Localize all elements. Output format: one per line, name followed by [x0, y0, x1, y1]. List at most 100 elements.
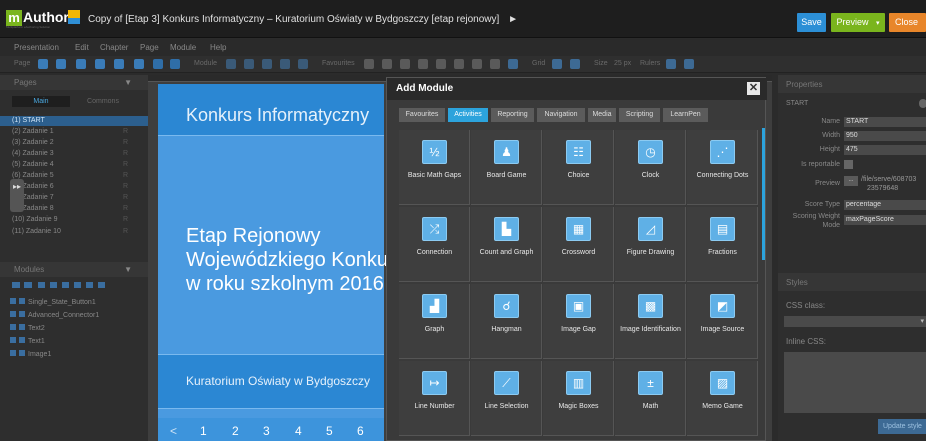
menu-page[interactable]: Page: [140, 43, 159, 52]
page-list-item[interactable]: (4) Zadanie 3 R: [0, 149, 148, 159]
module-lock-icon[interactable]: [19, 350, 25, 356]
module-list-item[interactable]: Image1: [10, 350, 51, 360]
module-visibility-icon[interactable]: [10, 311, 16, 317]
module-tile[interactable]: ↦ Line Number: [399, 361, 470, 436]
save-button[interactable]: Save: [797, 13, 826, 32]
module-tile[interactable]: ⟋ Line Selection: [471, 361, 542, 436]
tab-commons[interactable]: Commons: [74, 96, 132, 107]
width-field[interactable]: 950: [844, 131, 926, 141]
menu-edit[interactable]: Edit: [75, 43, 89, 52]
module-tile[interactable]: ½ Basic Math Gaps: [399, 130, 470, 205]
tab-scripting[interactable]: Scripting: [619, 108, 660, 122]
module-tile[interactable]: ± Math: [615, 361, 686, 436]
copy-module-icon[interactable]: [262, 59, 272, 69]
fav-media-icon[interactable]: [490, 59, 500, 69]
move-down-icon[interactable]: [170, 59, 180, 69]
modules-visibility-icon[interactable]: [12, 282, 20, 288]
module-tile[interactable]: ▩ Image Identification: [615, 284, 686, 359]
module-list-item[interactable]: Text1: [10, 337, 45, 347]
delete-module-icon[interactable]: [298, 59, 308, 69]
module-tile[interactable]: ▨ Memo Game: [687, 361, 758, 436]
update-style-button[interactable]: Update style: [878, 419, 926, 434]
page-list-item[interactable]: (3) Zadanie 2 R: [0, 138, 148, 148]
menu-module[interactable]: Module: [170, 43, 196, 52]
properties-toggle-icon[interactable]: [919, 99, 926, 108]
tab-activities[interactable]: Activities: [448, 108, 488, 122]
pager-page-4[interactable]: 4: [295, 424, 302, 438]
tab-learnpen[interactable]: LearnPen: [663, 108, 708, 122]
module-visibility-icon[interactable]: [10, 337, 16, 343]
module-tile[interactable]: ♟ Board Game: [471, 130, 542, 205]
pager-page-6[interactable]: 6: [357, 424, 364, 438]
fav-table-icon[interactable]: [436, 59, 446, 69]
pager-page-2[interactable]: 2: [232, 424, 239, 438]
module-list-item[interactable]: Single_State_Button1: [10, 298, 96, 308]
page-list-item[interactable]: (11) Zadanie 10 R: [0, 227, 148, 237]
add-page-icon[interactable]: [38, 59, 48, 69]
module-tile[interactable]: ◷ Clock: [615, 130, 686, 205]
fav-image-icon[interactable]: [382, 59, 392, 69]
page-list-item[interactable]: (1) START: [0, 116, 148, 126]
rulers-toggle-icon[interactable]: [666, 59, 676, 69]
module-tile[interactable]: ◿ Figure Drawing: [615, 207, 686, 282]
grid-refresh-icon[interactable]: [570, 59, 580, 69]
tab-favourites[interactable]: Favourites: [399, 108, 445, 122]
redo-icon[interactable]: [244, 59, 254, 69]
module-lock-icon[interactable]: [19, 324, 25, 330]
pages-collapse-icon[interactable]: ▼: [124, 78, 132, 87]
title-arrow-icon[interactable]: ►: [508, 14, 518, 25]
modules-bottom-icon[interactable]: [98, 282, 105, 288]
undo-icon[interactable]: [226, 59, 236, 69]
module-tile[interactable]: ▤ Fractions: [687, 207, 758, 282]
css-class-select[interactable]: ▾: [784, 316, 926, 327]
module-tile[interactable]: ☷ Choice: [543, 130, 614, 205]
fav-shape-icon[interactable]: [418, 59, 428, 69]
panel-expand-handle[interactable]: ▸▸: [10, 179, 24, 212]
modules-up-icon[interactable]: [62, 282, 69, 288]
tab-media[interactable]: Media: [588, 108, 616, 122]
copy-page-icon[interactable]: [76, 59, 86, 69]
modules-lock-icon[interactable]: [38, 282, 45, 288]
modules-collapse-icon[interactable]: ▼: [124, 265, 132, 274]
module-tile[interactable]: ☌ Hangman: [471, 284, 542, 359]
scoring-weight-field[interactable]: maxPageScore: [844, 215, 926, 225]
module-tile[interactable]: ▟ Graph: [399, 284, 470, 359]
modules-top-icon[interactable]: [86, 282, 93, 288]
tab-main[interactable]: Main: [12, 96, 70, 107]
reportable-checkbox[interactable]: [844, 160, 853, 169]
module-visibility-icon[interactable]: [10, 298, 16, 304]
preview-button[interactable]: Preview ▾: [831, 13, 885, 32]
module-visibility-icon[interactable]: [10, 350, 16, 356]
module-tile[interactable]: ▦ Crossword: [543, 207, 614, 282]
add-chapter-icon[interactable]: [56, 59, 66, 69]
pager-page-5[interactable]: 5: [326, 424, 333, 438]
menu-chapter[interactable]: Chapter: [100, 43, 128, 52]
page-list-item[interactable]: (2) Zadanie 1 R: [0, 127, 148, 137]
delete-page-icon[interactable]: [114, 59, 124, 69]
module-tile[interactable]: ▙ Count and Graph: [471, 207, 542, 282]
fav-gap-icon[interactable]: [454, 59, 464, 69]
score-type-field[interactable]: percentage: [844, 200, 926, 210]
preview-browse-button[interactable]: ...: [844, 176, 858, 186]
move-up-icon[interactable]: [153, 59, 163, 69]
module-visibility-icon[interactable]: [10, 324, 16, 330]
module-lock-icon[interactable]: [19, 337, 25, 343]
tab-reporting[interactable]: Reporting: [491, 108, 534, 122]
page-list-item[interactable]: (10) Zadanie 9 R: [0, 215, 148, 225]
fav-button-icon[interactable]: [400, 59, 410, 69]
close-button[interactable]: Close ▾: [889, 13, 926, 46]
name-field[interactable]: START: [844, 117, 926, 127]
module-tile[interactable]: ◩ Image Source: [687, 284, 758, 359]
module-tile[interactable]: ▣ Image Gap: [543, 284, 614, 359]
pager-page-3[interactable]: 3: [263, 424, 270, 438]
paste-module-icon[interactable]: [280, 59, 290, 69]
page-edit-icon[interactable]: [134, 59, 144, 69]
height-field[interactable]: 475: [844, 145, 926, 155]
grid-toggle-icon[interactable]: [552, 59, 562, 69]
module-grid-scrollbar[interactable]: [762, 128, 765, 260]
page-list-item[interactable]: (5) Zadanie 4 R: [0, 160, 148, 170]
slide-footer-text[interactable]: Kuratorium Oświaty w Bydgoszczy: [186, 374, 370, 388]
dialog-close-button[interactable]: ✕: [747, 82, 760, 95]
modules-group-icon[interactable]: [50, 282, 57, 288]
preview-dropdown-icon[interactable]: ▾: [876, 20, 880, 27]
